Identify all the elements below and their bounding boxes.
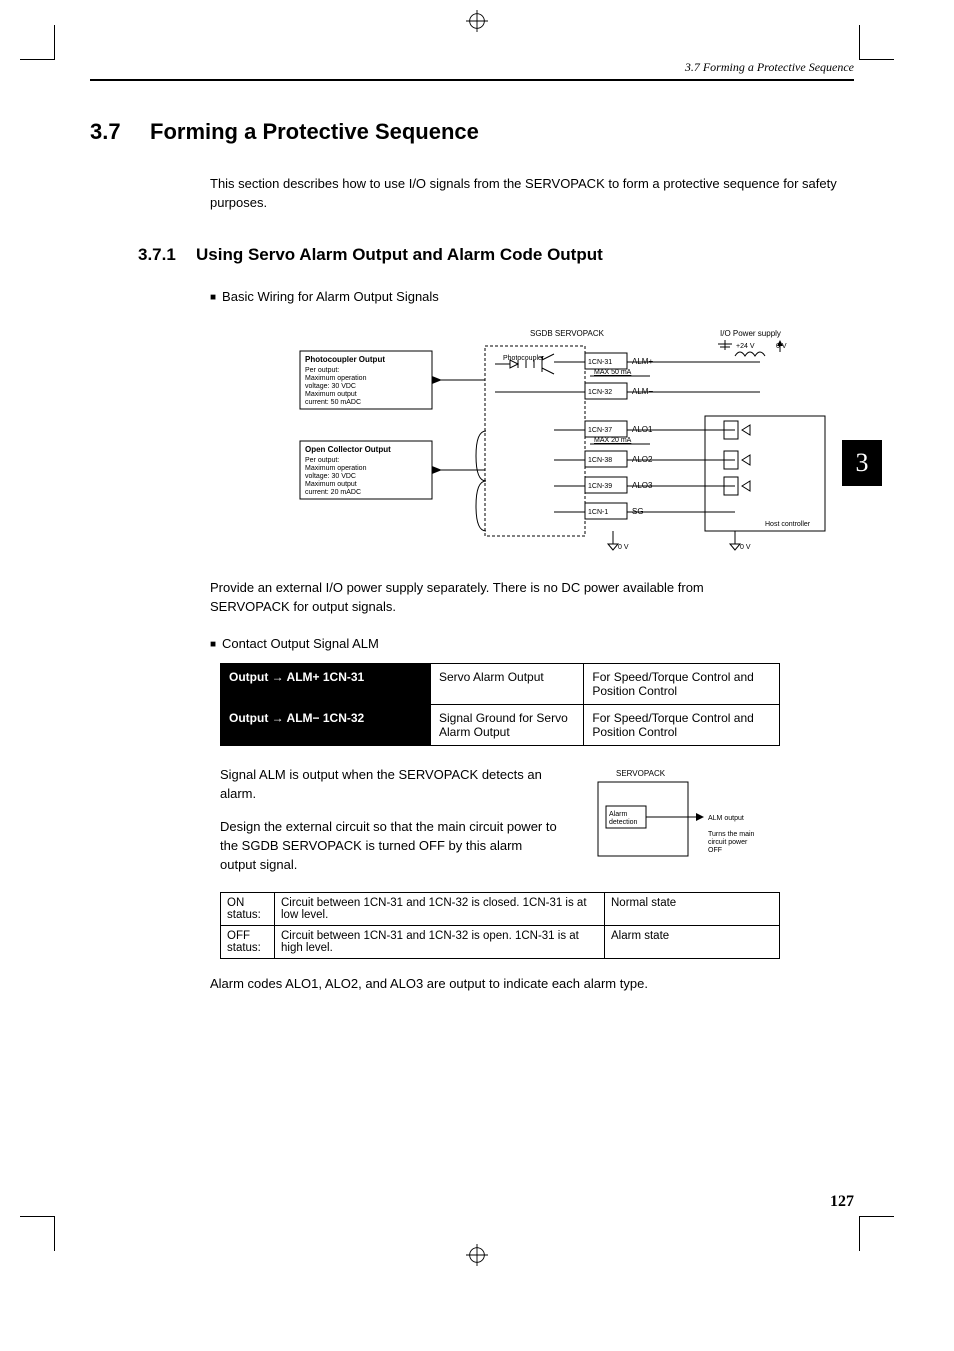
svg-text:1CN-32: 1CN-32 [588, 389, 612, 396]
table-row: Output → ALM+ 1CN-31 Servo Alarm Output … [221, 664, 780, 705]
svg-text:MAX 50 mA: MAX 50 mA [594, 369, 632, 376]
signal-desc: Servo Alarm Output [431, 664, 584, 705]
alm-explainer: Signal ALM is output when the SERVOPACK … [220, 766, 854, 876]
bullet-contact-output: ■ Contact Output Signal ALM [210, 636, 854, 651]
crop-mark-bl [20, 1216, 55, 1251]
svg-text:Open Collector Output: Open Collector Output [305, 445, 391, 454]
square-bullet-icon: ■ [210, 292, 216, 303]
subsection-number: 3.7.1 [138, 245, 196, 265]
alm-text: Signal ALM is output when the SERVOPACK … [220, 766, 560, 876]
section-title: 3.7Forming a Protective Sequence [90, 119, 854, 145]
table-row: OFF status: Circuit between 1CN-31 and 1… [221, 926, 780, 959]
alarm-codes-note: Alarm codes ALO1, ALO2, and ALO3 are out… [210, 975, 770, 994]
page-number: 127 [830, 1193, 854, 1211]
svg-text:MAX 20 mA: MAX 20 mA [594, 437, 632, 444]
crop-mark-br [859, 1216, 894, 1251]
signal-desc: Signal Ground for Servo Alarm Output [431, 705, 584, 746]
subsection-name: Using Servo Alarm Output and Alarm Code … [196, 245, 603, 264]
svg-text:SGDB SERVOPACK: SGDB SERVOPACK [530, 329, 605, 338]
alm-mini-diagram: .m{font:8px Arial;} .ms{font:7px Arial;}… [578, 766, 778, 876]
svg-text:Maximum output: Maximum output [305, 391, 357, 398]
svg-text:Host controller: Host controller [765, 521, 811, 528]
svg-text:0 V: 0 V [740, 544, 751, 551]
svg-text:1CN-38: 1CN-38 [588, 457, 612, 464]
crop-mark-tl [20, 25, 55, 60]
table-row: ON status: Circuit between 1CN-31 and 1C… [221, 893, 780, 926]
svg-text:current: 50 mADC: current: 50 mADC [305, 399, 361, 406]
svg-text:OFF: OFF [708, 847, 722, 854]
status-table: ON status: Circuit between 1CN-31 and 1C… [220, 892, 780, 959]
svg-text:ALM output: ALM output [708, 815, 744, 822]
page-body: 3.7 Forming a Protective Sequence 3.7For… [90, 60, 854, 1201]
svg-text:I/O Power supply: I/O Power supply [720, 329, 781, 338]
svg-text:1CN-1: 1CN-1 [588, 509, 608, 516]
subsection-title: 3.7.1Using Servo Alarm Output and Alarm … [138, 245, 854, 265]
svg-text:1CN-37: 1CN-37 [588, 427, 612, 434]
svg-text:detection: detection [609, 819, 638, 826]
svg-text:Maximum operation: Maximum operation [305, 465, 367, 472]
svg-text:voltage: 30 VDC: voltage: 30 VDC [305, 473, 356, 480]
signal-label: Output → ALM+ 1CN-31 [221, 664, 431, 705]
svg-text:current: 20 mADC: current: 20 mADC [305, 489, 361, 496]
status-state: Alarm state [605, 926, 780, 959]
svg-text:Alarm: Alarm [609, 811, 627, 818]
status-label: ON status: [221, 893, 275, 926]
alm-paragraph-2: Design the external circuit so that the … [220, 818, 560, 875]
crop-mark-tr [859, 25, 894, 60]
svg-text:Maximum operation: Maximum operation [305, 375, 367, 382]
svg-text:SERVOPACK: SERVOPACK [616, 769, 666, 778]
signal-table: Output → ALM+ 1CN-31 Servo Alarm Output … [220, 663, 780, 746]
square-bullet-icon: ■ [210, 639, 216, 650]
svg-text:0 V: 0 V [618, 544, 629, 551]
power-supply-note: Provide an external I/O power supply sep… [210, 579, 770, 617]
svg-text:Per output:: Per output: [305, 457, 339, 464]
svg-text:Photocoupler Output: Photocoupler Output [305, 355, 385, 364]
signal-label: Output → ALM− 1CN-32 [221, 705, 431, 746]
svg-text:voltage: 30 VDC: voltage: 30 VDC [305, 383, 356, 390]
status-state: Normal state [605, 893, 780, 926]
section-name: Forming a Protective Sequence [150, 119, 479, 144]
signal-mode: For Speed/Torque Control and Position Co… [584, 664, 780, 705]
running-header: 3.7 Forming a Protective Sequence [90, 60, 854, 81]
alm-paragraph-1: Signal ALM is output when the SERVOPACK … [220, 766, 560, 804]
wiring-diagram: .t { font: 8px Arial; } .tb { font: bold… [290, 326, 830, 556]
svg-text:+24 V: +24 V [736, 343, 755, 350]
status-desc: Circuit between 1CN-31 and 1CN-32 is ope… [275, 926, 605, 959]
bullet-text: Basic Wiring for Alarm Output Signals [222, 289, 439, 304]
registration-mark-top [466, 10, 488, 32]
registration-mark-bottom [466, 1244, 488, 1266]
section-number: 3.7 [90, 119, 150, 145]
status-label: OFF status: [221, 926, 275, 959]
status-desc: Circuit between 1CN-31 and 1CN-32 is clo… [275, 893, 605, 926]
svg-text:Per output:: Per output: [305, 367, 339, 374]
svg-text:1CN-31: 1CN-31 [588, 359, 612, 366]
svg-text:circuit power: circuit power [708, 839, 748, 846]
table-row: Output → ALM− 1CN-32 Signal Ground for S… [221, 705, 780, 746]
svg-text:Maximum output: Maximum output [305, 481, 357, 488]
section-intro: This section describes how to use I/O si… [210, 175, 854, 213]
bullet-basic-wiring: ■ Basic Wiring for Alarm Output Signals [210, 289, 854, 304]
svg-text:1CN-39: 1CN-39 [588, 483, 612, 490]
svg-text:Turns the main: Turns the main [708, 831, 755, 838]
signal-mode: For Speed/Torque Control and Position Co… [584, 705, 780, 746]
svg-text:Photocoupler: Photocoupler [503, 355, 545, 362]
bullet-text: Contact Output Signal ALM [222, 636, 379, 651]
